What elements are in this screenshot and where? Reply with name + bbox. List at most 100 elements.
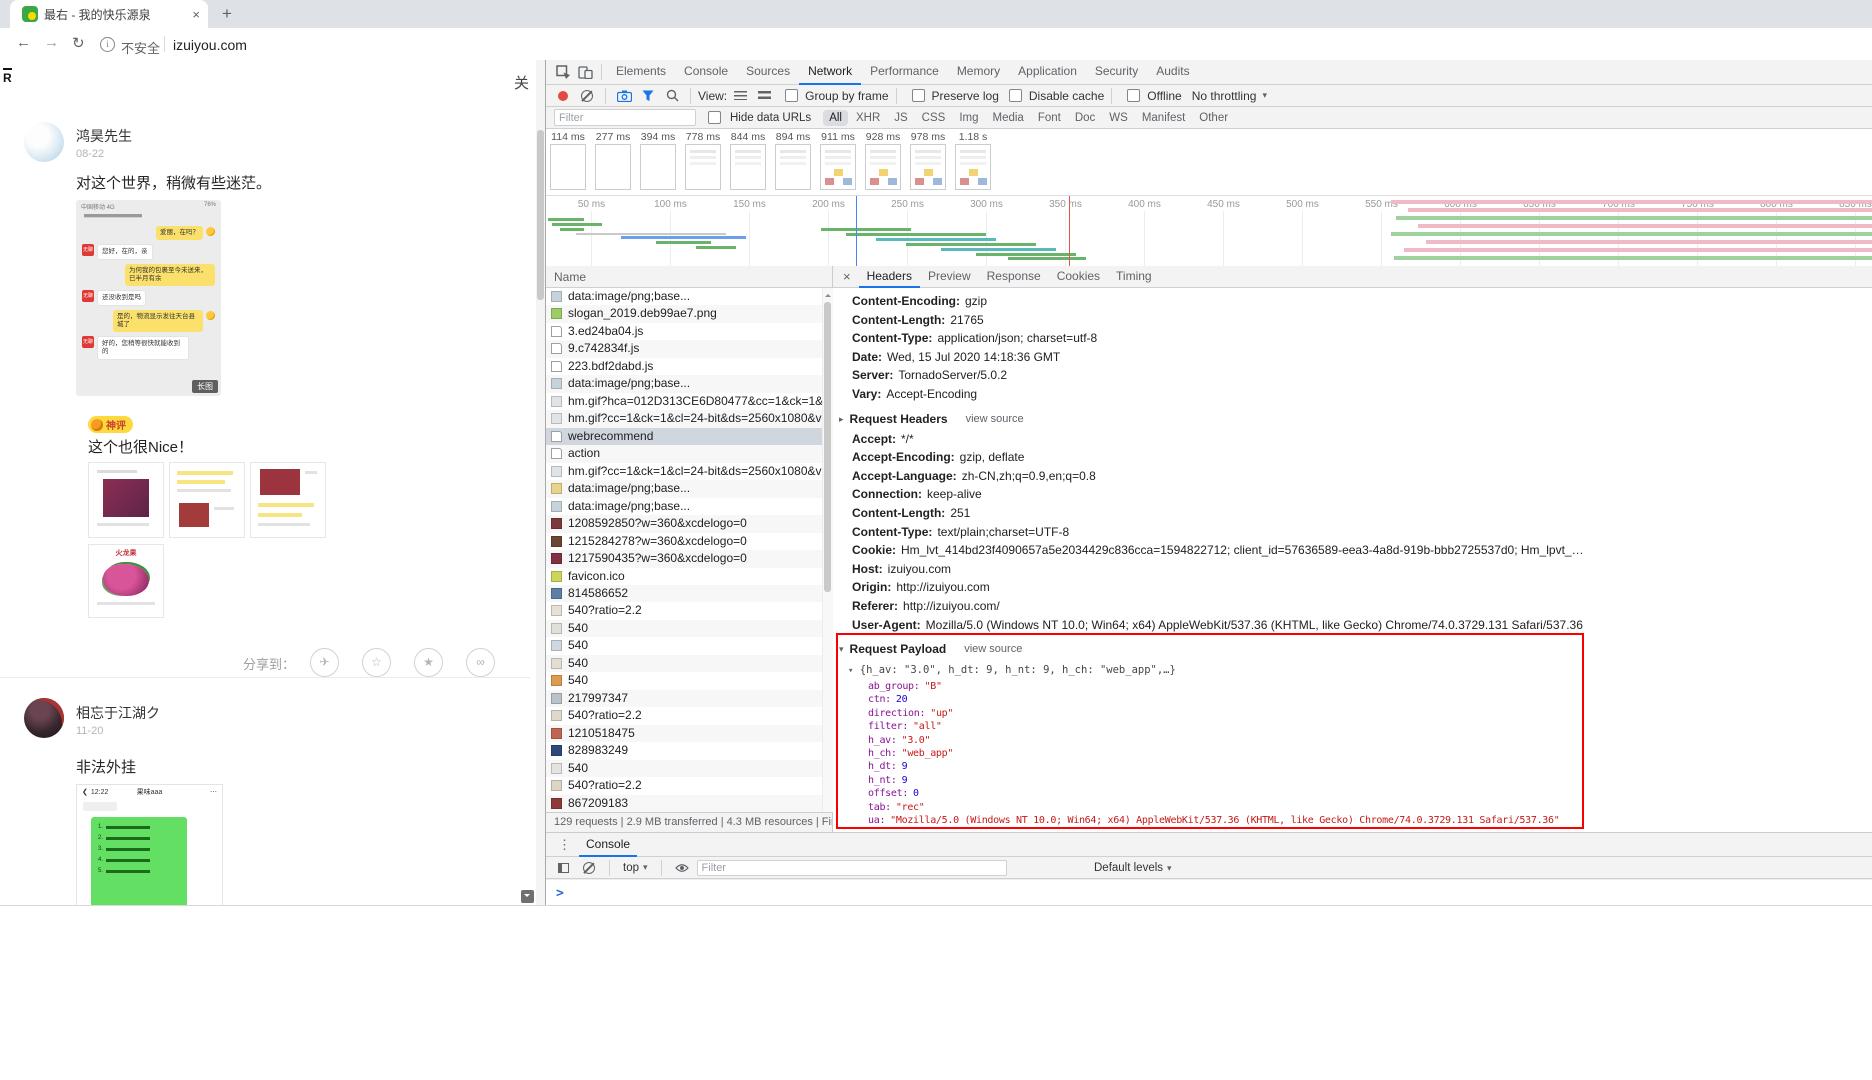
request-headers-section[interactable]: ▸ Request Headers view source (834, 408, 1872, 430)
network-request-row[interactable]: 3.ed24ba04.js (546, 323, 832, 340)
network-request-row[interactable]: 540 (546, 637, 832, 654)
network-request-row[interactable]: 1215284278?w=360&xcdelogo=0 (546, 533, 832, 550)
search-icon[interactable] (661, 86, 683, 106)
network-request-row[interactable]: 540?ratio=2.2 (546, 707, 832, 724)
network-request-row[interactable]: 1208592850?w=360&xcdelogo=0 (546, 515, 832, 533)
filmstrip-frame[interactable]: 114 ms (550, 131, 586, 195)
name-column-header[interactable]: Name (546, 266, 833, 288)
view-large-icon[interactable] (753, 86, 775, 106)
network-filter-input[interactable] (554, 109, 696, 126)
network-request-row[interactable]: slogan_2019.deb99ae7.png (546, 305, 832, 323)
network-request-row[interactable]: 223.bdf2dabd.js (546, 358, 832, 375)
network-request-row[interactable]: 540?ratio=2.2 (546, 602, 832, 619)
network-request-row[interactable]: data:image/png;base... (546, 498, 832, 515)
network-request-row[interactable]: 540 (546, 654, 832, 673)
console-sidebar-icon[interactable] (552, 858, 574, 878)
new-tab-button[interactable]: + (222, 5, 232, 22)
request-list-scrollbar[interactable] (822, 288, 833, 812)
preserve-log-checkbox[interactable] (911, 89, 925, 102)
share-weibo-icon[interactable]: ★ (414, 648, 443, 677)
site-logo[interactable]: R (3, 68, 12, 85)
chevron-down-icon[interactable]: ▾ (848, 666, 853, 676)
resource-type-filter[interactable]: CSS (916, 110, 952, 126)
record-button[interactable] (552, 86, 574, 106)
comment-thumbnail[interactable] (88, 462, 164, 538)
tab-close-icon[interactable]: × (192, 8, 200, 21)
resource-type-filter[interactable]: Img (953, 110, 984, 126)
devtools-tab[interactable]: Performance (861, 60, 948, 85)
group-by-frame-checkbox[interactable] (785, 89, 799, 102)
network-request-row[interactable]: 540?ratio=2.2 (546, 777, 832, 794)
details-tab[interactable]: Timing (1108, 266, 1160, 288)
details-tab[interactable]: Preview (920, 266, 979, 288)
network-request-row[interactable]: data:image/png;base... (546, 288, 832, 305)
devtools-tab[interactable]: Application (1009, 60, 1086, 85)
offline-checkbox[interactable] (1127, 89, 1141, 102)
devtools-tab[interactable]: Memory (948, 60, 1009, 85)
post-image-chat-screenshot[interactable]: 中国移动 4G 76% 爱丽，在吗？ 无聊 您好，在的，亲 为何我的包裹至今未送… (76, 200, 221, 396)
forward-button[interactable]: → (44, 34, 59, 51)
filmstrip-frame[interactable]: 894 ms (775, 131, 811, 195)
network-request-row[interactable]: action (546, 445, 832, 463)
network-request-row[interactable]: data:image/png;base... (546, 375, 832, 393)
inspect-element-icon[interactable] (552, 62, 574, 82)
network-request-row[interactable]: 1217590435?w=360&xcdelogo=0 (546, 550, 832, 568)
avatar[interactable] (24, 698, 64, 738)
scroll-up-icon[interactable] (825, 291, 831, 297)
network-request-row[interactable]: webrecommend (546, 427, 832, 446)
filmstrip-frame[interactable]: 911 ms (820, 131, 856, 195)
details-tab[interactable]: Response (979, 266, 1049, 288)
network-request-row[interactable]: 540 (546, 672, 832, 689)
close-details-icon[interactable]: × (837, 269, 857, 284)
execution-context-dropdown[interactable]: top ▾ (619, 862, 652, 874)
post-author[interactable]: 鸿昊先生 (76, 126, 132, 146)
comment-thumbnail[interactable] (250, 462, 326, 538)
share-link-icon[interactable]: ∞ (466, 648, 495, 677)
follow-tab-label[interactable]: 关 (514, 72, 529, 93)
throttling-dropdown[interactable]: No throttling (1192, 89, 1257, 103)
disable-cache-checkbox[interactable] (1008, 89, 1022, 102)
filmstrip-frame[interactable]: 1.18 s (955, 131, 991, 195)
devtools-tab[interactable]: Network (799, 60, 861, 85)
chevron-right-icon[interactable]: ▸ (839, 408, 844, 430)
page-scrollbar-thumb[interactable] (537, 130, 544, 300)
avatar[interactable] (24, 122, 64, 162)
resource-type-filter[interactable]: Media (987, 110, 1030, 126)
filmstrip-frame[interactable]: 844 ms (730, 131, 766, 195)
network-request-row[interactable]: 828983249 (546, 742, 832, 759)
network-request-row[interactable]: 814586652 (546, 584, 832, 603)
chevron-down-icon[interactable]: ▾ (839, 638, 844, 660)
filmstrip-frame[interactable]: 277 ms (595, 131, 631, 195)
network-request-row[interactable]: favicon.ico (546, 568, 832, 585)
network-request-row[interactable]: 540 (546, 759, 832, 778)
details-tab[interactable]: Headers (859, 266, 920, 288)
hide-data-urls-checkbox[interactable] (708, 111, 721, 124)
log-levels-dropdown[interactable]: Default levels ▾ (1094, 857, 1172, 879)
resource-type-filter[interactable]: Font (1032, 110, 1067, 126)
view-source-link[interactable]: view source (964, 638, 1022, 660)
filmstrip-frame[interactable]: 978 ms (910, 131, 946, 195)
post-image-chat-screenshot[interactable]: ❮ 12:22 果味aaa ⋯ 1. 2. 3. 4. 5. (76, 784, 223, 905)
resource-type-filter[interactable]: XHR (850, 110, 886, 126)
console-drawer-tab[interactable]: Console (579, 833, 637, 857)
clear-button[interactable] (576, 86, 598, 106)
request-payload-section[interactable]: ▾ Request Payload view source (834, 638, 1872, 660)
devtools-tab[interactable]: Audits (1147, 60, 1198, 85)
share-qzone-icon[interactable]: ☆ (362, 648, 391, 677)
resource-type-filter[interactable]: All (823, 109, 848, 126)
console-prompt[interactable]: > (546, 879, 1872, 905)
resource-type-filter[interactable]: Other (1193, 110, 1234, 126)
network-request-row[interactable]: hm.gif?hca=012D313CE6D80477&cc=1&ck=1&cl… (546, 393, 832, 410)
view-list-icon[interactable] (729, 86, 751, 106)
page-scrollbar[interactable] (536, 60, 545, 905)
network-request-row[interactable]: data:image/png;base... (546, 480, 832, 498)
resource-type-filter[interactable]: Doc (1069, 110, 1101, 126)
devtools-tab[interactable]: Security (1086, 60, 1147, 85)
filmstrip-frame[interactable]: 928 ms (865, 131, 901, 195)
comment-thumbnail[interactable] (169, 462, 245, 538)
payload-object-preview[interactable]: ▾ {h_av: "3.0", h_dt: 9, h_nt: 9, h_ch: … (834, 660, 1872, 680)
device-toolbar-icon[interactable] (574, 62, 596, 82)
devtools-tab[interactable]: Console (675, 60, 737, 85)
post-author[interactable]: 相忘于江湖ク (76, 703, 160, 723)
network-request-row[interactable]: 540 (546, 619, 832, 638)
